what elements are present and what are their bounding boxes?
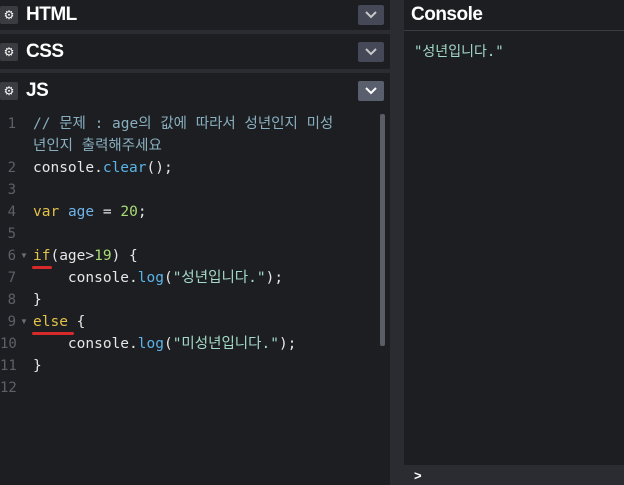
line-number: 11 — [0, 358, 17, 374]
code-line[interactable]: 3 — [0, 179, 380, 201]
code-line[interactable]: 2 console.clear(); — [0, 157, 380, 179]
line-number: 3 — [7, 182, 16, 198]
js-code-editor[interactable]: 1 // 문제 : age의 값에 따라서 성년인지 미성 년인지 출력해주세요… — [0, 108, 390, 485]
code-text[interactable]: console.log("미성년입니다."); — [33, 333, 297, 355]
code-text[interactable]: var age = 20; — [33, 201, 147, 223]
fold-arrow-icon[interactable]: ▼ — [20, 245, 28, 267]
line-number: 10 — [0, 336, 17, 352]
code-line[interactable]: 6 ▼ if(age>19) { — [0, 245, 380, 267]
code-line[interactable]: 12 — [0, 377, 380, 399]
console-header: Console — [404, 0, 624, 30]
code-line[interactable]: 11 } — [0, 355, 380, 377]
line-number: 7 — [7, 270, 16, 286]
code-text[interactable]: // 문제 : age의 값에 따라서 성년인지 미성 — [33, 113, 333, 135]
editor-divider[interactable] — [0, 30, 390, 34]
code-line[interactable]: 10 console.log("미성년입니다."); — [0, 333, 380, 355]
code-line[interactable]: 5 — [0, 223, 380, 245]
html-editor-title: HTML — [26, 4, 77, 25]
console-header-divider — [404, 30, 624, 31]
gear-icon[interactable]: ⚙ — [0, 6, 18, 24]
editor-panel: ⚙ HTML ⚙ CSS ⚙ JS 1 // 문제 : age의 값에 따라서 … — [0, 0, 390, 485]
line-number: 6 — [7, 248, 16, 264]
console-prompt: > — [414, 468, 422, 483]
line-number: 8 — [7, 292, 16, 308]
code-line[interactable]: 8 } — [0, 289, 380, 311]
js-editor-header[interactable]: ⚙ JS — [0, 76, 390, 106]
chevron-down-icon[interactable] — [358, 42, 384, 62]
console-title: Console — [411, 4, 483, 25]
line-number: 9 — [7, 314, 16, 330]
code-text[interactable]: } — [33, 355, 42, 377]
code-line[interactable]: 9 ▼ else { — [0, 311, 380, 333]
html-editor-header[interactable]: ⚙ HTML — [0, 0, 390, 30]
console-panel: Console "성년입니다." > — [404, 0, 624, 485]
code-line[interactable]: 년인지 출력해주세요 — [0, 135, 380, 157]
code-text[interactable]: else { — [33, 311, 85, 333]
code-text[interactable]: console.clear(); — [33, 157, 173, 179]
css-editor-title: CSS — [26, 41, 64, 62]
code-line[interactable]: 1 // 문제 : age의 값에 따라서 성년인지 미성 — [0, 113, 380, 135]
gear-icon[interactable]: ⚙ — [0, 43, 18, 61]
css-editor-header[interactable]: ⚙ CSS — [0, 37, 390, 67]
code-line[interactable]: 7 console.log("성년입니다."); — [0, 267, 380, 289]
line-number: 5 — [7, 226, 16, 242]
code-line[interactable]: 4 var age = 20; — [0, 201, 380, 223]
line-number: 4 — [7, 204, 16, 220]
line-number: 1 — [7, 116, 16, 132]
code-text[interactable]: } — [33, 289, 42, 311]
fold-arrow-icon[interactable]: ▼ — [20, 311, 28, 333]
js-editor-title: JS — [26, 80, 49, 101]
code-text[interactable]: console.log("성년입니다."); — [33, 267, 283, 289]
code-text[interactable]: if(age>19) { — [33, 245, 138, 267]
line-number: 12 — [0, 380, 17, 396]
gear-icon[interactable]: ⚙ — [0, 82, 18, 100]
panel-resize-handle[interactable] — [390, 0, 404, 485]
console-input[interactable]: > — [404, 465, 624, 485]
code-text[interactable]: 년인지 출력해주세요 — [33, 135, 162, 157]
chevron-down-icon[interactable] — [358, 5, 384, 25]
line-number: 2 — [7, 160, 16, 176]
chevron-down-icon[interactable] — [358, 81, 384, 101]
editor-scrollbar[interactable] — [380, 114, 385, 346]
editor-divider[interactable] — [0, 69, 390, 73]
console-output-line: "성년입니다." — [414, 44, 504, 60]
